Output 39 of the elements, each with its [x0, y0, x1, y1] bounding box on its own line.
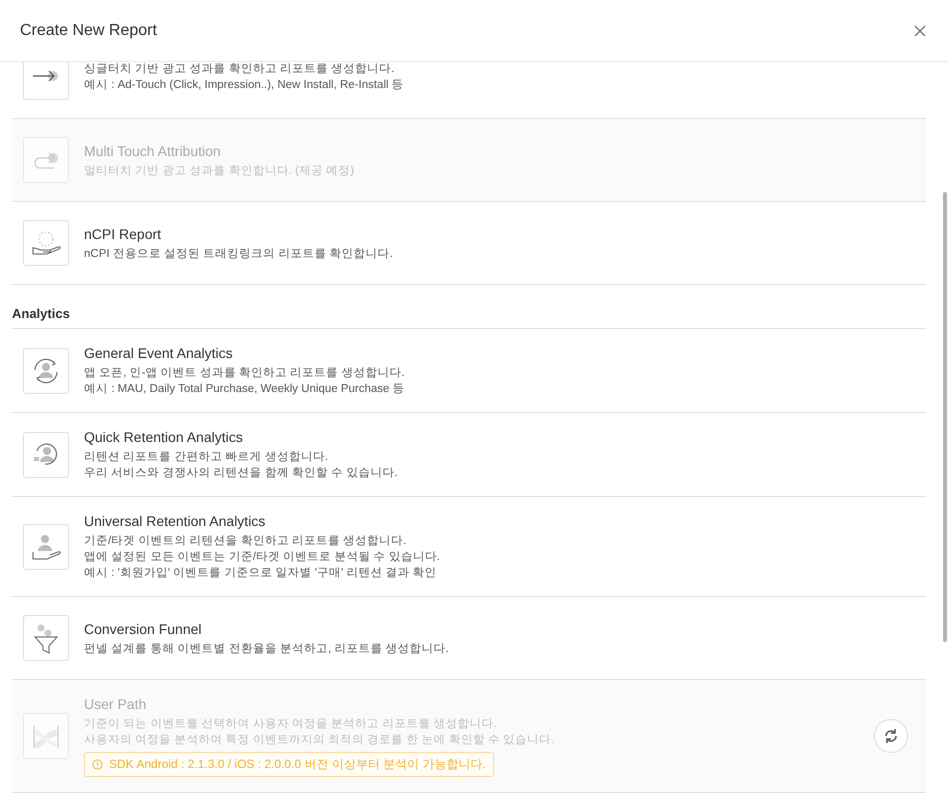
option-description: 예시 : Ad-Touch (Click, Impression..), New Install, Re-Install 등: [84, 78, 405, 93]
scrollbar-thumb[interactable]: [943, 192, 947, 642]
report-option[interactable]: Universal Retention Analytics 기준/타겟 이벤트의 리텐션을 확인하고 리포트를 생성합니다. 앱에 설정된 모든 이벤트는 기준/타겟 이벤트로 분석될 수 있습니다. 예시 : '회원가입' 이벤트를 기준으로 일자별 '구매' 리텐션 결과 확인: [12, 497, 926, 597]
option-description: 앱에 설정된 모든 이벤트는 기준/타겟 이벤트로 분석될 수 있습니다.: [84, 550, 441, 565]
refresh-icon: [882, 727, 900, 745]
option-title: Universal Retention Analytics: [84, 512, 266, 530]
option-description: 사용자의 여정을 분석하여 특정 이벤트까지의 최적의 경로를 한 눈에 확인할 수 있습니다.: [84, 733, 556, 748]
option-title: User Path: [84, 695, 148, 713]
option-title: General Event Analytics: [84, 344, 234, 362]
option-title: Quick Retention Analytics: [84, 428, 244, 446]
option-description: 예시 : '회원가입' 이벤트를 기준으로 일자별 '구매' 리텐션 결과 확인: [84, 566, 438, 581]
funnel-icon: [23, 615, 69, 661]
option-description: 싱글터치 기반 광고 성과를 확인하고 리포트를 생성합니다.: [84, 62, 396, 77]
option-title: Multi Touch Attribution: [84, 142, 222, 160]
report-option[interactable]: nCPI Report nCPI 전용으로 설정된 트래킹링크의 리포트를 확인합니다.: [12, 202, 926, 285]
report-option[interactable]: Quick Retention Analytics 리텐션 리포트를 간편하고 빠르게 생성합니다. 우리 서비스와 경쟁사의 리텐션을 함께 확인할 수 있습니다.: [12, 413, 926, 497]
hand-person-icon: [23, 524, 69, 570]
option-description: 우리 서비스와 경쟁사의 리텐션을 함께 확인할 수 있습니다.: [84, 466, 399, 481]
option-title: nCPI Report: [84, 224, 162, 242]
hand-dots-icon: [23, 220, 69, 266]
curve-icon: [23, 137, 69, 183]
option-description: nCPI 전용으로 설정된 트래킹링크의 리포트를 확인합니다.: [84, 246, 394, 262]
option-description: 기준이 되는 이벤트를 선택하여 사용자 여정을 분석하고 리포트를 생성합니다.: [84, 717, 498, 732]
option-description: 리텐션 리포트를 간편하고 빠르게 생성합니다.: [84, 450, 329, 465]
notice-text: SDK Android : 2.1.3.0 / iOS : 2.0.0.0 버전 이상부터 분석이 가능합니다.: [109, 756, 486, 773]
retention-icon: [23, 432, 69, 478]
info-icon: [92, 759, 103, 770]
close-icon[interactable]: [912, 22, 928, 38]
option-title: Conversion Funnel: [84, 620, 203, 638]
dialog-title: Create New Report: [20, 22, 157, 40]
option-description: 펀넬 설계를 통해 이벤트별 전환율을 분석하고, 리포트를 생성합니다.: [84, 642, 450, 656]
option-description: 예시 : MAU, Daily Total Purchase, Weekly Unique Purchase 등: [84, 382, 406, 397]
section-heading: Analytics: [12, 285, 926, 329]
option-description: 멀티터치 기반 광고 성과를 확인합니다. (제공 예정): [84, 164, 356, 178]
path-icon: [23, 713, 69, 759]
cycle-person-icon: [23, 348, 69, 394]
report-option[interactable]: General Event Analytics 앱 오픈, 인-앱 이벤트 성과를 확인하고 리포트를 생성합니다. 예시 : MAU, Daily Total Purchase, Weekly Unique Purchase 등: [12, 329, 926, 413]
option-description: 기준/타겟 이벤트의 리텐션을 확인하고 리포트를 생성합니다.: [84, 534, 408, 549]
option-description: 앱 오픈, 인-앱 이벤트 성과를 확인하고 리포트를 생성합니다.: [84, 366, 406, 381]
